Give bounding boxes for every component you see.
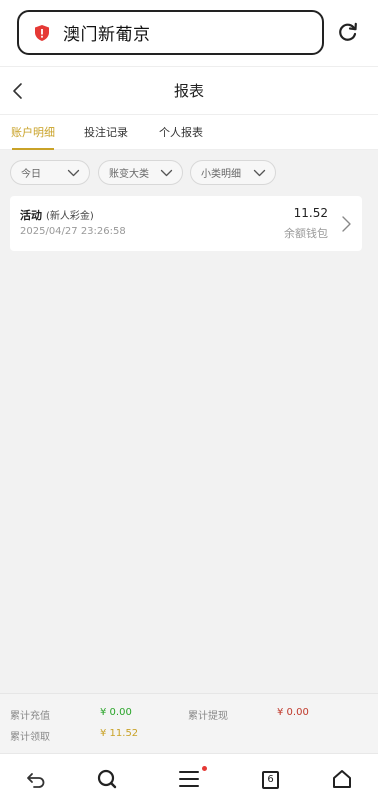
total-claim-label: 累计领取 xyxy=(10,732,50,743)
back-icon[interactable] xyxy=(25,768,47,790)
page-title: 报表 xyxy=(173,82,204,100)
chevron-right-icon xyxy=(342,216,351,232)
subcategory-filter-label: 小类明细 xyxy=(201,169,241,180)
chevron-down-icon xyxy=(160,169,173,177)
search-icon[interactable] xyxy=(96,768,118,790)
report-tabs: 账户明细 投注记录 个人报表 xyxy=(0,114,378,150)
home-icon[interactable] xyxy=(331,768,353,790)
subcategory-filter-select[interactable]: 小类明细 xyxy=(190,160,276,185)
record-wallet: 余额钱包 xyxy=(284,227,328,240)
category-filter-label: 账变大类 xyxy=(109,169,149,180)
tabs-count-button[interactable]: 6 xyxy=(262,771,279,789)
chevron-down-icon xyxy=(67,169,80,177)
browser-toolbar: 澳门新葡京 xyxy=(0,0,378,66)
record-time: 2025/04/27 23:26:58 xyxy=(20,226,126,237)
chevron-down-icon xyxy=(253,169,266,177)
browser-bottom-nav: 6 xyxy=(0,753,378,800)
filter-row: 今日 账变大类 小类明细 xyxy=(0,150,378,194)
record-amount: 11.52 xyxy=(293,206,328,220)
record-title: 活动 (新人彩金) xyxy=(20,207,94,223)
total-withdraw-label: 累计提现 xyxy=(188,711,228,722)
record-subtype: (新人彩金) xyxy=(46,211,94,222)
date-filter-label: 今日 xyxy=(21,169,41,180)
reload-icon[interactable] xyxy=(337,21,359,43)
total-claim-value: ¥ 11.52 xyxy=(100,728,139,739)
tab-bet-records[interactable]: 投注记录 xyxy=(84,124,128,140)
back-arrow-icon[interactable] xyxy=(8,79,30,103)
notification-dot xyxy=(202,766,207,771)
category-filter-select[interactable]: 账变大类 xyxy=(98,160,183,185)
tab-personal-report[interactable]: 个人报表 xyxy=(159,124,203,140)
page-header: 报表 xyxy=(0,66,378,114)
record-type: 活动 xyxy=(20,209,42,222)
date-filter-select[interactable]: 今日 xyxy=(10,160,90,185)
total-withdraw-value: ¥ 0.00 xyxy=(277,707,309,718)
record-list-item[interactable]: 活动 (新人彩金) 2025/04/27 23:26:58 11.52 余额钱包 xyxy=(10,196,362,251)
menu-icon[interactable] xyxy=(178,768,200,790)
total-recharge-value: ¥ 0.00 xyxy=(100,707,132,718)
address-text: 澳门新葡京 xyxy=(63,25,151,45)
summary-panel: 累计充值 ¥ 0.00 累计提现 ¥ 0.00 累计领取 ¥ 11.52 xyxy=(0,693,378,753)
address-bar[interactable]: 澳门新葡京 xyxy=(17,10,324,55)
total-recharge-label: 累计充值 xyxy=(10,711,50,722)
tab-account-details[interactable]: 账户明细 xyxy=(11,124,55,140)
shield-warning-icon xyxy=(35,24,49,41)
